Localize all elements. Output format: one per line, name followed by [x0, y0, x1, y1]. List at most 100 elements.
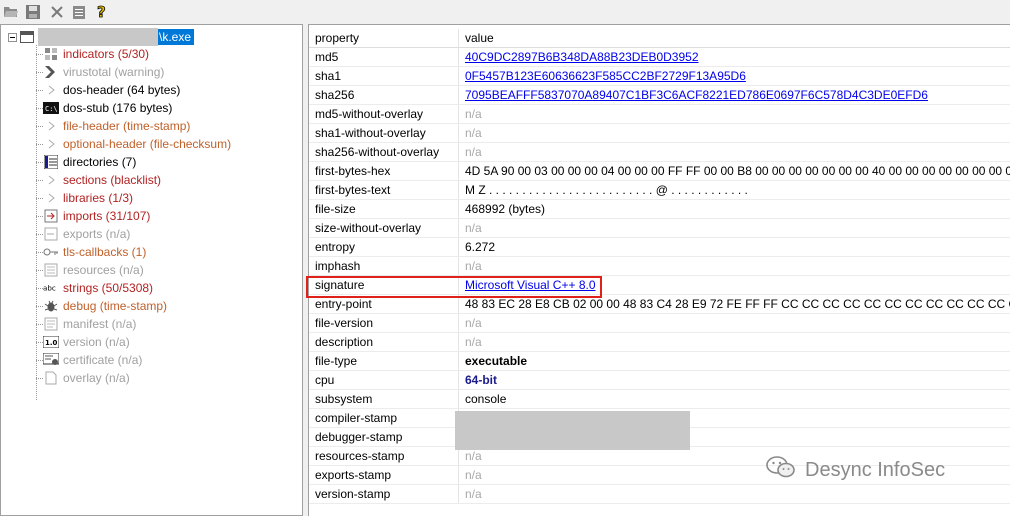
value-text: 48 83 EC 28 E8 CB 02 00 00 48 83 C4 28 E…	[465, 297, 1010, 311]
tree-connector	[36, 251, 43, 253]
value-cell: n/a	[459, 485, 1010, 504]
tree-connector	[36, 143, 43, 145]
tree-node[interactable]: tls-callbacks (1)	[36, 243, 146, 261]
value-link[interactable]: 0F5457B123E60636623F585CC2BF2729F13A95D6	[465, 69, 746, 83]
table-row[interactable]: sha1-without-overlay n/a	[309, 124, 1010, 143]
table-row[interactable]: sha256 7095BEAFFF5837070A89407C1BF3C6ACF8…	[309, 86, 1010, 105]
value-cell: 468992 (bytes)	[459, 200, 1010, 219]
table-row[interactable]: cpu 64-bit	[309, 371, 1010, 390]
tree-node-label[interactable]: resources (n/a)	[63, 263, 144, 277]
tree-node-label[interactable]: strings (50/5308)	[63, 281, 153, 295]
redacted-stamps	[455, 411, 690, 450]
root-file-label[interactable]: \k.exe	[158, 29, 195, 45]
value-text: 468992 (bytes)	[465, 202, 546, 216]
tree-node[interactable]: overlay (n/a)	[36, 369, 130, 387]
arrow-icon	[43, 190, 59, 206]
value-text: n/a	[465, 126, 482, 140]
value-text: M Z . . . . . . . . . . . . . . . . . . …	[465, 183, 748, 197]
tree-node-label[interactable]: tls-callbacks (1)	[63, 245, 146, 259]
property-cell: file-version	[309, 314, 459, 333]
table-row[interactable]: version-stamp n/a	[309, 485, 1010, 504]
value-text: 64-bit	[465, 373, 498, 387]
executable-icon	[20, 31, 34, 43]
table-row[interactable]: first-bytes-text M Z . . . . . . . . . . …	[309, 181, 1010, 200]
tree-root[interactable]: \k.exe	[8, 28, 195, 46]
tree-node[interactable]: dos-header (64 bytes)	[36, 81, 180, 99]
tree-node[interactable]: certificate (n/a)	[36, 351, 142, 369]
property-cell: sha256-without-overlay	[309, 143, 459, 162]
property-cell: version-stamp	[309, 485, 459, 504]
tree-node-label[interactable]: optional-header (file-checksum)	[63, 137, 231, 151]
tree-node-label[interactable]: sections (blacklist)	[63, 173, 161, 187]
value-cell: n/a	[459, 105, 1010, 124]
tree-node-label[interactable]: manifest (n/a)	[63, 317, 136, 331]
tree-node[interactable]: file-header (time-stamp)	[36, 117, 190, 135]
tree-node[interactable]: virustotal (warning)	[36, 63, 164, 81]
value-cell: n/a	[459, 124, 1010, 143]
column-header-property[interactable]: property	[309, 29, 459, 48]
certificate-icon	[43, 352, 59, 368]
open-icon[interactable]	[2, 3, 20, 21]
tree-node[interactable]: imports (31/107)	[36, 207, 150, 225]
tree-node[interactable]: indicators (5/30)	[36, 45, 149, 63]
tree-node-label[interactable]: virustotal (warning)	[63, 65, 164, 79]
tree-node-label[interactable]: indicators (5/30)	[63, 47, 149, 61]
value-link[interactable]: 40C9DC2897B6B348DA88B23DEB0D3952	[465, 50, 699, 64]
value-text: executable	[465, 354, 528, 368]
tree-node-label[interactable]: debug (time-stamp)	[63, 299, 167, 313]
tree-node[interactable]: resources (n/a)	[36, 261, 144, 279]
table-row[interactable]: file-size 468992 (bytes)	[309, 200, 1010, 219]
signature-highlight-box	[306, 276, 602, 298]
save-icon[interactable]	[24, 3, 42, 21]
property-cell: imphash	[309, 257, 459, 276]
collapse-icon[interactable]	[8, 32, 17, 42]
tree-node[interactable]: abc strings (50/5308)	[36, 279, 153, 297]
document-icon	[43, 370, 59, 386]
tree-node-label[interactable]: dos-header (64 bytes)	[63, 83, 180, 97]
table-row[interactable]: first-bytes-hex 4D 5A 90 00 03 00 00 00 0…	[309, 162, 1010, 181]
tree-node-label[interactable]: libraries (1/3)	[63, 191, 133, 205]
tree-node[interactable]: sections (blacklist)	[36, 171, 161, 189]
table-row[interactable]: description n/a	[309, 333, 1010, 352]
clipboard-icon[interactable]	[70, 3, 88, 21]
tree-node[interactable]: C:\ dos-stub (176 bytes)	[36, 99, 172, 117]
column-header-value[interactable]: value	[459, 29, 1010, 48]
value-cell: n/a	[459, 219, 1010, 238]
table-row[interactable]: sha256-without-overlay n/a	[309, 143, 1010, 162]
table-row[interactable]: file-version n/a	[309, 314, 1010, 333]
manifest-icon	[43, 316, 59, 332]
watermark-text: Desync InfoSec	[805, 458, 946, 481]
tree-node[interactable]: libraries (1/3)	[36, 189, 133, 207]
value-cell: 4D 5A 90 00 03 00 00 00 04 00 00 00 FF F…	[459, 162, 1010, 181]
table-row[interactable]: md5-without-overlay n/a	[309, 105, 1010, 124]
tree-connector	[36, 287, 43, 289]
tree-node[interactable]: manifest (n/a)	[36, 315, 136, 333]
tree-node-label[interactable]: file-header (time-stamp)	[63, 119, 190, 133]
tree-node[interactable]: 1.0 version (n/a)	[36, 333, 130, 351]
tree-node-label[interactable]: dos-stub (176 bytes)	[63, 101, 172, 115]
table-row[interactable]: md5 40C9DC2897B6B348DA88B23DEB0D3952	[309, 48, 1010, 67]
table-row[interactable]: imphash n/a	[309, 257, 1010, 276]
table-row[interactable]: file-type executable	[309, 352, 1010, 371]
tree-pane: \k.exe indicators (5/30) virustotal (warn…	[0, 24, 303, 516]
tree-node[interactable]: optional-header (file-checksum)	[36, 135, 231, 153]
tree-connector	[36, 269, 43, 271]
tree-node-label[interactable]: exports (n/a)	[63, 227, 130, 241]
tree-node-label[interactable]: directories (7)	[63, 155, 136, 169]
close-icon[interactable]	[48, 3, 66, 21]
tree-node-label[interactable]: imports (31/107)	[63, 209, 150, 223]
table-row[interactable]: size-without-overlay n/a	[309, 219, 1010, 238]
value-link[interactable]: 7095BEAFFF5837070A89407C1BF3C6ACF8221ED7…	[465, 88, 928, 102]
value-cell: console	[459, 390, 1010, 409]
tree-node-label[interactable]: version (n/a)	[63, 335, 130, 349]
table-row[interactable]: entropy 6.272	[309, 238, 1010, 257]
tree-node[interactable]: exports (n/a)	[36, 225, 130, 243]
tree-node-label[interactable]: overlay (n/a)	[63, 371, 130, 385]
wechat-icon	[765, 454, 797, 486]
table-row[interactable]: subsystem console	[309, 390, 1010, 409]
help-icon[interactable]: ?	[93, 3, 111, 21]
table-row[interactable]: sha1 0F5457B123E60636623F585CC2BF2729F13A…	[309, 67, 1010, 86]
tree-node[interactable]: directories (7)	[36, 153, 136, 171]
tree-node-label[interactable]: certificate (n/a)	[63, 353, 142, 367]
tree-node[interactable]: debug (time-stamp)	[36, 297, 167, 315]
